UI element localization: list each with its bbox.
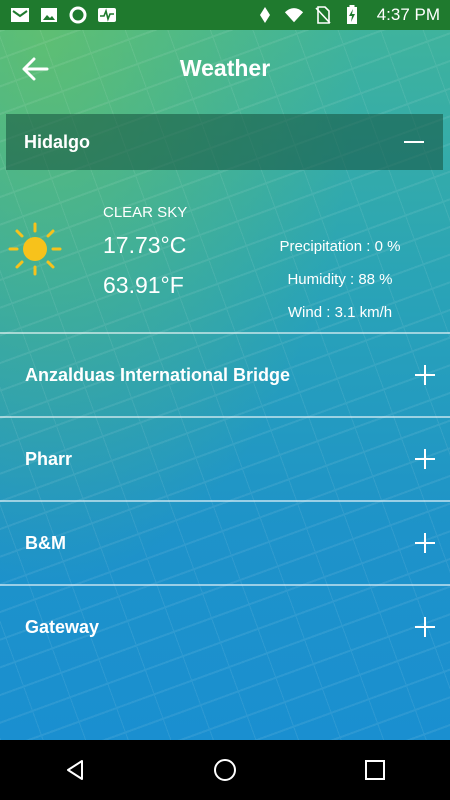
location-name: Anzalduas International Bridge	[25, 364, 291, 385]
weather-condition: CLEAR SKY	[103, 204, 188, 221]
location-name: Pharr	[25, 448, 73, 469]
location-row-pharr[interactable]: Pharr	[0, 418, 450, 500]
back-button[interactable]	[18, 52, 52, 86]
system-icons: 4:37 PM	[255, 5, 440, 25]
status-time: 4:37 PM	[376, 5, 440, 24]
status-bar: 4:37 PM	[0, 0, 450, 30]
battery-charging-icon	[342, 5, 362, 24]
notification-icons	[10, 6, 117, 24]
nav-back-button[interactable]	[55, 750, 95, 790]
precipitation-value: Precipitation : 0 %	[279, 238, 401, 255]
temperature-fahrenheit: 63.91°F	[103, 272, 184, 298]
location-name: Hidalgo	[24, 131, 90, 152]
location-row-bm[interactable]: B&M	[0, 502, 450, 584]
weather-details: CLEAR SKY 17.73°C 63.91°F Precipitation …	[0, 200, 450, 330]
mail-icon	[10, 6, 30, 24]
circle-icon	[68, 6, 88, 24]
system-nav-bar	[0, 740, 450, 800]
collapse-icon[interactable]	[403, 131, 425, 153]
app-header: Weather	[0, 30, 450, 106]
arrow-left-icon	[22, 57, 49, 81]
no-sim-icon	[313, 6, 333, 24]
location-name: B&M	[25, 532, 66, 553]
home-circle-icon	[214, 759, 236, 781]
location-row-gateway[interactable]: Gateway	[0, 586, 450, 668]
expand-icon[interactable]	[414, 532, 436, 554]
image-icon	[39, 6, 59, 24]
expand-icon[interactable]	[414, 616, 436, 638]
weather-screen: Weather Hidalgo CLEAR SKY 17.73°C 63.91°…	[0, 30, 450, 740]
wifi-icon	[284, 6, 304, 24]
location-header-hidalgo[interactable]: Hidalgo	[6, 114, 443, 170]
humidity-value: Humidity : 88 %	[287, 271, 393, 288]
location-row-anzalduas[interactable]: Anzalduas International Bridge	[0, 334, 450, 416]
back-triangle-icon	[67, 760, 83, 780]
page-title: Weather	[179, 54, 271, 81]
nav-recents-button[interactable]	[355, 750, 395, 790]
wind-value: Wind : 3.1 km/h	[287, 304, 393, 321]
sun-icon	[8, 222, 62, 276]
expand-icon[interactable]	[414, 448, 436, 470]
recents-square-icon	[365, 760, 385, 780]
location-name: Gateway	[25, 616, 100, 637]
activity-icon	[97, 6, 117, 24]
expand-icon[interactable]	[414, 364, 436, 386]
temperature-celsius: 17.73°C	[103, 232, 187, 258]
nav-home-button[interactable]	[205, 750, 245, 790]
vibrate-icon	[255, 6, 275, 24]
